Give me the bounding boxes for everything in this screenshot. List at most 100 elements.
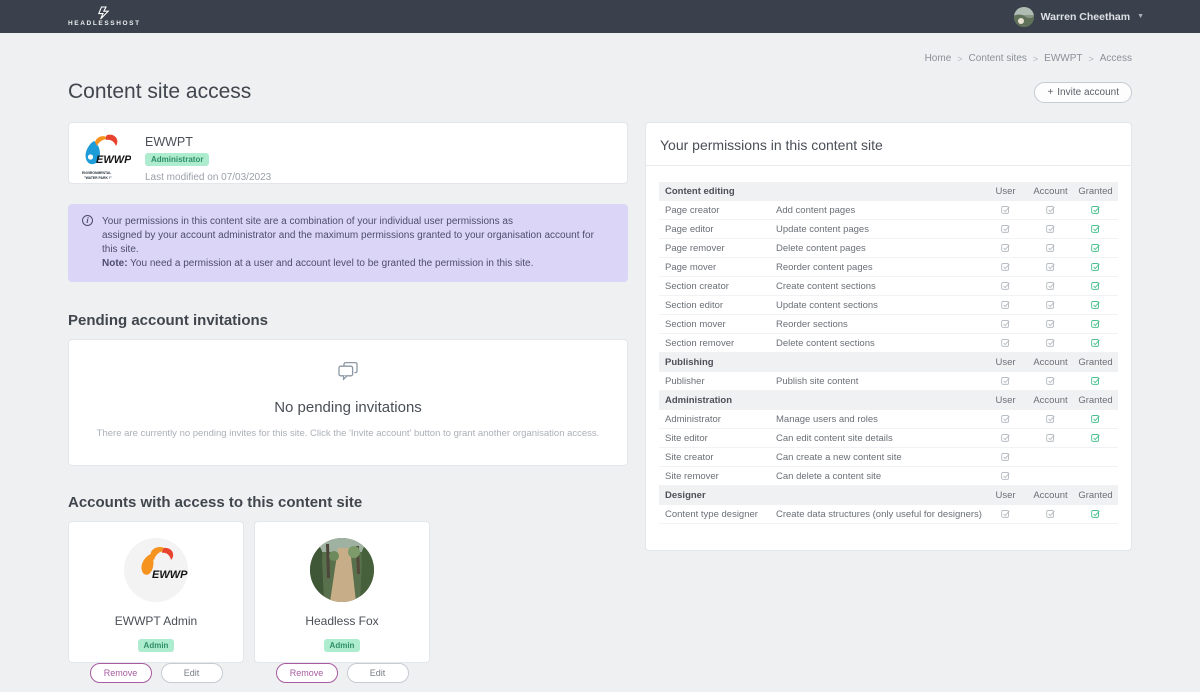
permission-granted-cell <box>1073 204 1118 215</box>
permission-description: Delete content sections <box>776 338 983 349</box>
check-icon <box>1000 432 1011 443</box>
plus-icon: + <box>1047 87 1053 98</box>
permission-user-cell <box>983 413 1028 424</box>
breadcrumb-site[interactable]: EWWPT <box>1044 53 1082 64</box>
info-note: Note: You need a permission at a user an… <box>102 257 612 271</box>
permission-row: Section creatorCreate content sections <box>659 277 1118 296</box>
edit-account-button[interactable]: Edit <box>347 663 409 683</box>
top-bar: HEADLESSHOST Warren Cheetham ▼ <box>0 0 1200 33</box>
info-line-2: assigned by your account administrator a… <box>102 229 612 257</box>
permission-group-header: AdministrationUserAccountGranted <box>659 391 1118 410</box>
brand-logo[interactable]: HEADLESSHOST <box>68 6 141 28</box>
breadcrumb-home[interactable]: Home <box>925 53 952 64</box>
check-icon <box>1000 204 1011 215</box>
permission-granted-cell <box>1073 337 1118 348</box>
permission-group-header: PublishingUserAccountGranted <box>659 353 1118 372</box>
permission-role: Page mover <box>659 262 776 273</box>
permission-user-cell <box>983 432 1028 443</box>
check-icon <box>1045 261 1056 272</box>
account-name: EWWPT Admin <box>79 614 233 628</box>
permission-granted-cell <box>1073 318 1118 329</box>
permission-granted-cell <box>1073 261 1118 272</box>
account-role-badge: Admin <box>324 639 361 652</box>
permission-user-cell <box>983 508 1028 519</box>
check-icon <box>1090 337 1101 348</box>
check-icon <box>1090 432 1101 443</box>
check-icon <box>1045 375 1056 386</box>
permission-row: Page moverReorder content pages <box>659 258 1118 277</box>
check-icon <box>1090 508 1101 519</box>
site-logo-ewwpt: EWWPT ENVIRONMENTAL "WATER PARK !" <box>81 133 131 183</box>
permission-user-cell <box>983 223 1028 234</box>
breadcrumb-content-sites[interactable]: Content sites <box>969 53 1027 64</box>
site-name: EWWPT <box>145 135 271 149</box>
chevron-down-icon: ▼ <box>1137 13 1144 20</box>
permission-description: Reorder sections <box>776 319 983 330</box>
permission-description: Update content pages <box>776 224 983 235</box>
permission-row: Site editorCan edit content site details <box>659 429 1118 448</box>
permission-granted-cell <box>1073 375 1118 386</box>
permission-role: Page remover <box>659 243 776 254</box>
permission-row: AdministratorManage users and roles <box>659 410 1118 429</box>
permission-role: Page creator <box>659 205 776 216</box>
check-icon <box>1000 261 1011 272</box>
check-icon <box>1045 432 1056 443</box>
permission-column-header: User <box>983 395 1028 406</box>
permission-row: Page editorUpdate content pages <box>659 220 1118 239</box>
permission-account-cell <box>1028 508 1073 519</box>
account-card-headless-fox: Headless Fox Admin Remove Edit <box>254 521 430 663</box>
check-icon <box>1000 470 1011 481</box>
invite-account-button[interactable]: + Invite account <box>1034 82 1132 103</box>
account-card-ewwpt-admin: EWWPT EWWPT Admin Admin Remove Edit <box>68 521 244 663</box>
permissions-table: Content editingUserAccountGrantedPage cr… <box>646 166 1131 550</box>
info-note-text: You need a permission at a user and acco… <box>130 258 533 269</box>
info-note-label: Note: <box>102 258 128 269</box>
check-icon <box>1000 242 1011 253</box>
check-icon <box>1090 242 1101 253</box>
remove-account-button[interactable]: Remove <box>276 663 338 683</box>
check-icon <box>1000 451 1011 462</box>
permission-group-name: Publishing <box>659 357 776 368</box>
brand-name: HEADLESSHOST <box>68 21 141 28</box>
permission-role: Section remover <box>659 338 776 349</box>
permission-row: Site removerCan delete a content site <box>659 467 1118 486</box>
pending-empty-title: No pending invitations <box>89 399 607 416</box>
permission-description: Can delete a content site <box>776 471 983 482</box>
check-icon <box>1000 508 1011 519</box>
permission-user-cell <box>983 242 1028 253</box>
permission-account-cell <box>1028 223 1073 234</box>
permission-row: Page creatorAdd content pages <box>659 201 1118 220</box>
permission-row: PublisherPublish site content <box>659 372 1118 391</box>
permission-granted-cell <box>1073 280 1118 291</box>
permission-group-name: Designer <box>659 490 776 501</box>
permission-account-cell <box>1028 413 1073 424</box>
permission-granted-cell <box>1073 223 1118 234</box>
check-icon <box>1045 299 1056 310</box>
permission-group-name: Administration <box>659 395 776 406</box>
permission-account-cell <box>1028 261 1073 272</box>
check-icon <box>1090 204 1101 215</box>
site-last-modified: Last modified on 07/03/2023 <box>145 172 271 183</box>
user-menu[interactable]: Warren Cheetham ▼ <box>1014 7 1144 27</box>
permission-role: Site creator <box>659 452 776 463</box>
permission-column-header: Account <box>1028 490 1073 501</box>
permission-account-cell <box>1028 337 1073 348</box>
permission-row: Content type designerCreate data structu… <box>659 505 1118 524</box>
permission-account-cell <box>1028 280 1073 291</box>
invite-account-label: Invite account <box>1057 87 1119 98</box>
check-icon <box>1090 299 1101 310</box>
check-icon <box>1000 299 1011 310</box>
permissions-info-banner: i Your permissions in this content site … <box>68 204 628 282</box>
check-icon <box>1045 280 1056 291</box>
remove-account-button[interactable]: Remove <box>90 663 152 683</box>
edit-account-button[interactable]: Edit <box>161 663 223 683</box>
user-name: Warren Cheetham <box>1041 11 1130 23</box>
permissions-panel: Your permissions in this content site Co… <box>645 122 1132 551</box>
permission-group-header: Content editingUserAccountGranted <box>659 182 1118 201</box>
check-icon <box>1090 318 1101 329</box>
breadcrumb-access[interactable]: Access <box>1100 53 1132 64</box>
permission-column-header: Granted <box>1073 395 1118 406</box>
permission-granted-cell <box>1073 508 1118 519</box>
permission-column-header: Account <box>1028 357 1073 368</box>
permission-description: Publish site content <box>776 376 983 387</box>
